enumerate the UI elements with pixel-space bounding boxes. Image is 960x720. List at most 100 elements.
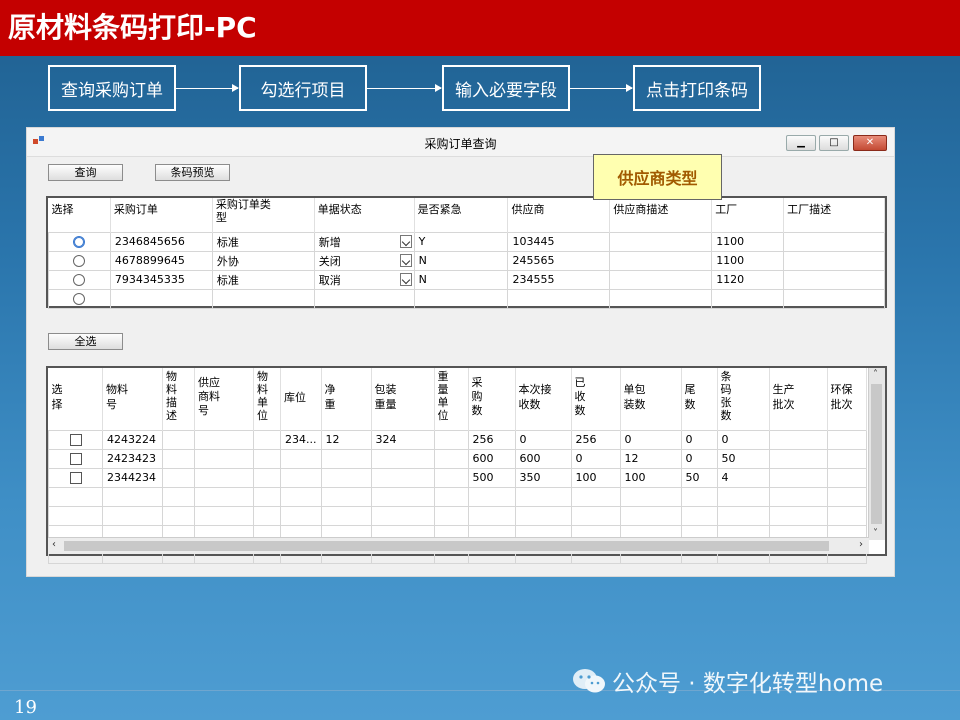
cell-material-desc[interactable]	[162, 448, 195, 469]
cell-po-qty[interactable]	[467, 486, 516, 507]
table-row[interactable]	[48, 486, 867, 507]
cell-material-desc[interactable]	[162, 486, 195, 507]
cell-weight-unit[interactable]	[433, 448, 469, 469]
cell-per-pack[interactable]	[619, 486, 682, 507]
col-recv-qty[interactable]: 本次接 收数	[515, 368, 572, 430]
cell-prod-batch[interactable]	[768, 467, 828, 488]
cell-prod-batch[interactable]	[768, 505, 828, 526]
cell-remainder[interactable]: 0	[680, 448, 718, 469]
radio-button[interactable]	[73, 274, 86, 286]
cell-po-qty[interactable]	[467, 505, 516, 526]
cell-vendor-material[interactable]	[194, 505, 254, 526]
vertical-scrollbar[interactable]: ˄ ˅	[868, 368, 885, 540]
cell-label-count[interactable]: 0	[716, 429, 770, 450]
cell-unit[interactable]	[253, 448, 281, 469]
cell-net-weight[interactable]	[320, 486, 372, 507]
cell-env-batch[interactable]	[826, 505, 867, 526]
cell-plant-desc[interactable]	[783, 231, 885, 252]
cell-type[interactable]: 标准	[211, 231, 315, 252]
col-label-count[interactable]: 条 码 张 数	[717, 368, 770, 430]
cell-received[interactable]: 100	[570, 467, 621, 488]
cell-net-weight[interactable]: 12	[320, 429, 372, 450]
cell-type[interactable]	[211, 288, 315, 309]
cell-plant-desc[interactable]	[783, 269, 885, 290]
col-net-weight[interactable]: 净 重	[321, 368, 372, 430]
cell-type[interactable]: 标准	[211, 269, 315, 290]
cell-net-weight[interactable]	[320, 467, 372, 488]
cell-vendor[interactable]: 103445	[507, 231, 611, 252]
status-dropdown[interactable]: 新增	[313, 231, 415, 252]
cell-prod-batch[interactable]	[768, 448, 828, 469]
cell-status[interactable]	[313, 288, 415, 309]
col-material[interactable]: 物料 号	[102, 368, 163, 430]
cell-weight-unit[interactable]	[433, 429, 469, 450]
table-row[interactable]	[48, 288, 885, 309]
radio-button[interactable]	[73, 236, 86, 248]
cell-unit[interactable]	[253, 505, 281, 526]
cell-prod-batch[interactable]	[768, 486, 828, 507]
col-weight-unit[interactable]: 重 量 单 位	[434, 368, 469, 430]
cell-vendor-material[interactable]	[194, 467, 254, 488]
cell-vendor-desc[interactable]	[609, 269, 713, 290]
cell-po[interactable]: 7934345335	[109, 269, 213, 290]
cell-po-qty[interactable]: 256	[467, 429, 516, 450]
cell-po[interactable]: 2346845656	[109, 231, 213, 252]
cell-prod-batch[interactable]	[768, 429, 828, 450]
cell-received[interactable]	[570, 505, 621, 526]
col-po-type[interactable]: 采购订单类 型	[212, 198, 315, 232]
cell-vendor-material[interactable]	[194, 486, 254, 507]
cell-plant-desc[interactable]	[783, 288, 885, 309]
row-checkbox-cell[interactable]	[48, 467, 103, 488]
col-po-number[interactable]: 采购订单	[110, 198, 213, 232]
cell-pack-weight[interactable]	[370, 486, 435, 507]
table-row[interactable]: 2344234 500 350 100 100 50 4	[48, 467, 867, 488]
cell-vendor[interactable]: 234555	[507, 269, 611, 290]
row-checkbox-cell[interactable]	[48, 448, 103, 469]
cell-per-pack[interactable]	[619, 505, 682, 526]
radio-button[interactable]	[73, 293, 86, 305]
col-unit[interactable]: 物 料 单 位	[253, 368, 281, 430]
cell-label-count[interactable]: 4	[716, 467, 770, 488]
row-checkbox-cell[interactable]	[48, 505, 103, 526]
cell-vendor-material[interactable]	[194, 429, 254, 450]
chevron-right-icon[interactable]: ›	[859, 539, 863, 550]
status-dropdown[interactable]: 取消	[313, 269, 415, 290]
cell-pack-weight[interactable]	[370, 467, 435, 488]
cell-per-pack[interactable]: 0	[619, 429, 682, 450]
cell-recv-qty[interactable]	[514, 505, 572, 526]
row-checkbox[interactable]	[69, 472, 82, 484]
cell-vendor-material[interactable]	[194, 448, 254, 469]
cell-vendor-desc[interactable]	[609, 288, 713, 309]
cell-material[interactable]	[102, 505, 163, 526]
col-bin[interactable]: 库位	[280, 368, 322, 430]
cell-label-count[interactable]	[716, 505, 770, 526]
cell-vendor[interactable]: 245565	[507, 250, 611, 271]
col-plant[interactable]: 工厂	[711, 198, 785, 232]
cell-net-weight[interactable]	[320, 448, 372, 469]
col-vendor[interactable]: 供应商	[507, 198, 611, 232]
row-checkbox-cell[interactable]	[48, 429, 103, 450]
cell-vendor-desc[interactable]	[609, 250, 713, 271]
cell-bin[interactable]	[280, 486, 322, 507]
cell-recv-qty[interactable]: 350	[514, 467, 572, 488]
cell-plant[interactable]: 1100	[711, 231, 785, 252]
cell-bin[interactable]	[280, 505, 322, 526]
cell-per-pack[interactable]: 100	[619, 467, 682, 488]
cell-received[interactable]	[570, 486, 621, 507]
close-button[interactable]: ✕	[853, 135, 887, 151]
cell-type[interactable]: 外协	[211, 250, 315, 271]
cell-material[interactable]: 2344234	[102, 467, 163, 488]
cell-weight-unit[interactable]	[433, 486, 469, 507]
select-all-button[interactable]: 全选	[48, 333, 123, 350]
cell-received[interactable]: 0	[570, 448, 621, 469]
cell-remainder[interactable]: 0	[680, 429, 718, 450]
cell-env-batch[interactable]	[826, 486, 867, 507]
cell-per-pack[interactable]: 12	[619, 448, 682, 469]
cell-env-batch[interactable]	[826, 429, 867, 450]
scroll-thumb[interactable]	[871, 384, 882, 524]
cell-plant[interactable]	[711, 288, 785, 309]
col-vendor-material[interactable]: 供应 商料 号	[194, 368, 254, 430]
cell-pack-weight[interactable]: 324	[370, 429, 435, 450]
horizontal-scrollbar[interactable]: ‹ ›	[48, 537, 869, 554]
table-row[interactable]: 4243224 234... 12 324 256 0 256 0 0 0	[48, 429, 867, 450]
